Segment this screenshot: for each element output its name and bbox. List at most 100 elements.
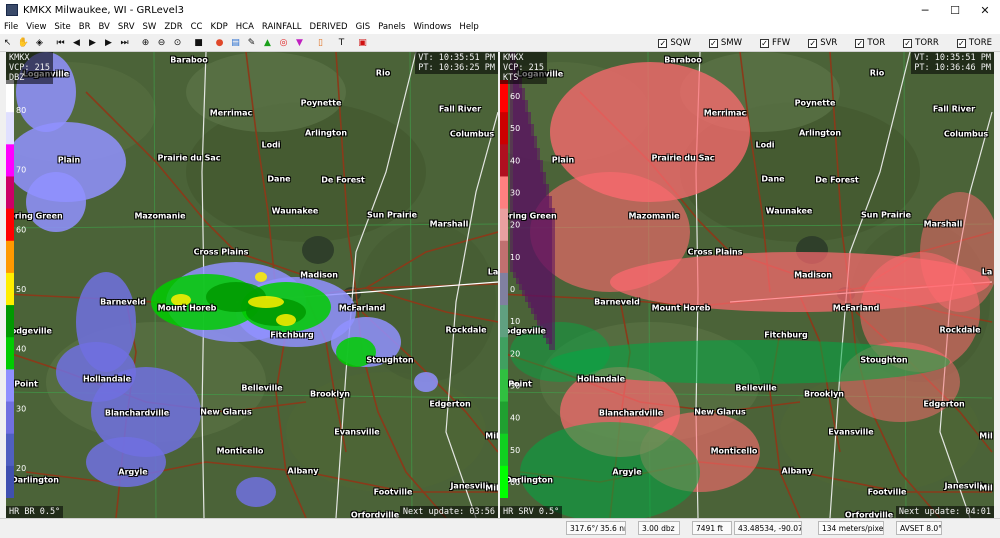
menu-panels[interactable]: Panels [374, 22, 409, 32]
clipboard-icon[interactable]: ▯ [313, 36, 328, 50]
menu-rainfall[interactable]: RAINFALL [258, 22, 306, 32]
checkbox[interactable]: ✓ [903, 38, 913, 48]
checkbox[interactable]: ✓ [956, 38, 966, 48]
maximize-icon[interactable]: ☐ [940, 0, 970, 20]
hail-icon[interactable]: ▼ [292, 36, 307, 50]
pointer-tool-icon[interactable]: ↖ [0, 36, 15, 50]
color-tool-icon[interactable]: ◈ [32, 36, 47, 50]
value-readout: 3.00 dbz [638, 521, 680, 535]
overlay-text: VCP: 215 [503, 63, 544, 73]
warning-toggle-ffw[interactable]: ✓ FFW [760, 38, 790, 48]
prev-frame-icon[interactable]: ◀ [69, 36, 84, 50]
overlay-text: VT: 10:35:51 PM [914, 53, 991, 63]
last-frame-icon[interactable]: ⏭ [117, 36, 132, 50]
color-scale-segment [500, 337, 508, 370]
velocity-panel[interactable]: LoganvilleBarabooRioMerrimacPoynetteFall… [500, 52, 994, 518]
city-label: Edgerton [923, 399, 965, 409]
city-label: Fitchburg [270, 330, 314, 340]
checkbox[interactable]: ✓ [808, 38, 818, 48]
color-scale-label: 70 [16, 166, 26, 175]
site-info: KMKX VCP: 215 KTS [500, 52, 547, 84]
warnings-icon[interactable]: ● [212, 36, 227, 50]
menu-br[interactable]: BR [75, 22, 95, 32]
color-scale-label: 20 [510, 349, 520, 358]
city-label: Evansville [828, 427, 874, 437]
checkbox[interactable]: ✓ [658, 38, 668, 48]
next-update: Next update: 03:56 [399, 506, 498, 518]
color-scale-segment [6, 305, 14, 338]
stop-icon[interactable]: ■ [191, 36, 206, 50]
city-label: Hollandale [82, 374, 132, 384]
menu-kdp[interactable]: KDP [207, 22, 232, 32]
mesocyclone-icon[interactable]: ▲ [260, 36, 275, 50]
city-label: Mil [979, 483, 993, 493]
reflectivity-echo [414, 372, 438, 392]
city-label: La [981, 267, 993, 277]
warning-toggle-sqw[interactable]: ✓ SQW [658, 38, 691, 48]
city-label: Merrimac [703, 108, 747, 118]
menu-srv[interactable]: SRV [114, 22, 139, 32]
checkbox[interactable]: ✓ [708, 38, 718, 48]
menu-site[interactable]: Site [50, 22, 74, 32]
warning-label: SVR [820, 38, 838, 48]
color-scale-segment [500, 465, 508, 498]
warning-label: TORE [968, 38, 992, 48]
tvs-icon[interactable]: ◎ [276, 36, 291, 50]
overlay-text: VCP: 215 [9, 63, 50, 73]
menu-file[interactable]: File [0, 22, 22, 32]
city-label: Monticello [216, 446, 264, 456]
color-scale-label: 40 [510, 414, 520, 423]
warning-toggle-tore[interactable]: ✓ TORE [956, 38, 992, 48]
color-scale-segment [500, 144, 508, 177]
toolbar-separator [133, 36, 137, 50]
warning-toggle-smw[interactable]: ✓ SMW [708, 38, 742, 48]
menu-sw[interactable]: SW [139, 22, 161, 32]
menu-derived[interactable]: DERIVED [306, 22, 352, 32]
pan-tool-icon[interactable]: ✋ [16, 36, 31, 50]
play-icon[interactable]: ▶ [85, 36, 100, 50]
city-label: Albany [781, 466, 813, 476]
menu-bv[interactable]: BV [94, 22, 113, 32]
zoom-out-icon[interactable]: ⊖ [154, 36, 169, 50]
city-label: Waunakee [765, 206, 813, 216]
color-scale-segment [500, 305, 508, 338]
reflectivity-echo [26, 172, 86, 232]
color-scale-segment [6, 112, 14, 145]
menu-zdr[interactable]: ZDR [160, 22, 186, 32]
warning-toggle-torr[interactable]: ✓ TORR [903, 38, 939, 48]
city-label: Madison [300, 270, 338, 280]
city-label: Mount Horeb [157, 303, 217, 313]
first-frame-icon[interactable]: ⏮ [53, 36, 68, 50]
color-scale-segment [6, 144, 14, 177]
text-tool-icon[interactable]: T [334, 36, 349, 50]
menu-help[interactable]: Help [455, 22, 482, 32]
menu-cc[interactable]: CC [187, 22, 207, 32]
color-scale-label: 60 [16, 225, 26, 234]
reflectivity-echo [248, 296, 284, 308]
menu-hca[interactable]: HCA [232, 22, 258, 32]
close-icon[interactable]: ✕ [970, 0, 1000, 20]
warning-label: SQW [670, 38, 691, 48]
reflectivity-panel[interactable]: LoganvilleBarabooRioMerrimacPoynetteFall… [6, 52, 498, 518]
range-bearing-readout: 317.6°/ 35.6 nm [566, 521, 626, 535]
next-frame-icon[interactable]: ▶ [101, 36, 116, 50]
brush-icon[interactable]: ✎ [244, 36, 259, 50]
city-label: Argyle [612, 467, 642, 477]
record-icon[interactable]: ▣ [355, 36, 370, 50]
checkbox[interactable]: ✓ [855, 38, 865, 48]
zoom-reset-icon[interactable]: ⊙ [170, 36, 185, 50]
city-label: McFarland [338, 303, 386, 313]
layers-icon[interactable]: ▤ [228, 36, 243, 50]
warning-toggle-svr[interactable]: ✓ SVR [808, 38, 837, 48]
warning-toggle-tor[interactable]: ✓ TOR [855, 38, 885, 48]
city-label: Footville [373, 487, 413, 497]
menu-view[interactable]: View [22, 22, 50, 32]
zoom-in-icon[interactable]: ⊕ [138, 36, 153, 50]
menu-windows[interactable]: Windows [409, 22, 455, 32]
checkbox[interactable]: ✓ [760, 38, 770, 48]
minimize-icon[interactable]: ─ [910, 0, 940, 20]
city-label: Mil [979, 431, 993, 441]
city-label: La [487, 267, 498, 277]
menu-gis[interactable]: GIS [352, 22, 375, 32]
color-scale-label: 10 [510, 317, 520, 326]
